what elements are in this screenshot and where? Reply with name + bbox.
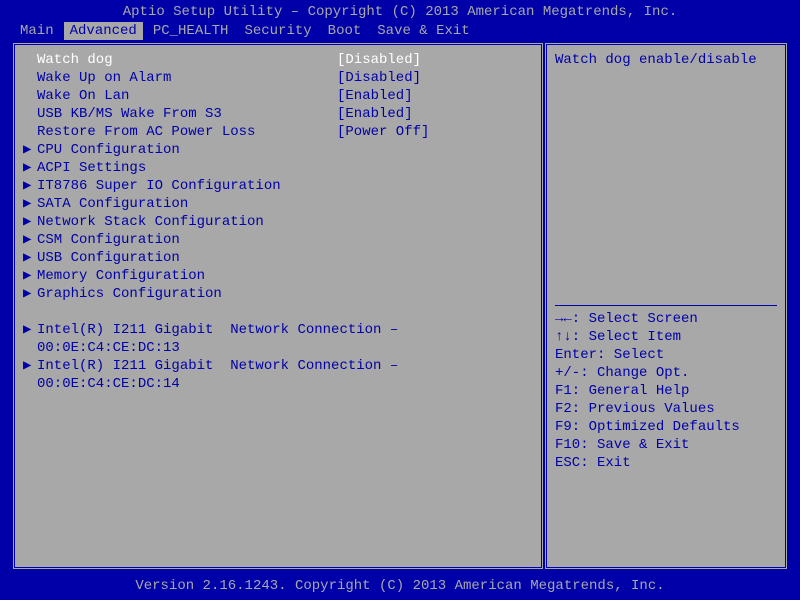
triangle-right-icon: ▶ [23, 231, 37, 249]
help-key-row: F10: Save & Exit [555, 436, 777, 454]
blank-icon [23, 339, 37, 357]
blank-icon [23, 51, 37, 69]
tab-main[interactable]: Main [14, 22, 60, 40]
tab-pc-health[interactable]: PC_HEALTH [147, 22, 235, 40]
help-key-row: ↑↓: Select Item [555, 328, 777, 346]
triangle-right-icon: ▶ [23, 195, 37, 213]
help-key-row: →←: Select Screen [555, 310, 777, 328]
submenu-label: SATA Configuration [37, 195, 337, 213]
blank-icon [23, 105, 37, 123]
triangle-right-icon: ▶ [23, 159, 37, 177]
help-keys: →←: Select Screen ↑↓: Select Item Enter:… [555, 310, 777, 472]
blank-row [23, 303, 533, 321]
setting-wake-on-alarm[interactable]: Wake Up on Alarm [Disabled] [23, 69, 533, 87]
settings-panel: Watch dog [Disabled] Wake Up on Alarm [D… [14, 44, 542, 568]
title-bar: Aptio Setup Utility – Copyright (C) 2013… [0, 0, 800, 22]
divider [555, 305, 777, 306]
nic-mac: 00:0E:C4:CE:DC:14 [37, 375, 337, 393]
tab-security[interactable]: Security [238, 22, 317, 40]
tab-save-exit[interactable]: Save & Exit [371, 22, 475, 40]
setting-label: Watch dog [37, 51, 337, 69]
help-text: Watch dog enable/disable [555, 51, 777, 301]
submenu-label: CSM Configuration [37, 231, 337, 249]
setting-label: USB KB/MS Wake From S3 [37, 105, 337, 123]
setting-value: [Disabled] [337, 69, 421, 87]
triangle-right-icon: ▶ [23, 249, 37, 267]
nic-mac-0: 00:0E:C4:CE:DC:13 [23, 339, 533, 357]
setting-value: [Power Off] [337, 123, 429, 141]
help-key-row: +/-: Change Opt. [555, 364, 777, 382]
triangle-right-icon: ▶ [23, 213, 37, 231]
submenu-label: USB Configuration [37, 249, 337, 267]
submenu-label: ACPI Settings [37, 159, 337, 177]
help-panel: Watch dog enable/disable →←: Select Scre… [546, 44, 786, 568]
help-key-row: F2: Previous Values [555, 400, 777, 418]
nic-label: Intel(R) I211 Gigabit Network Connection… [37, 357, 533, 375]
triangle-right-icon: ▶ [23, 267, 37, 285]
setting-restore-ac[interactable]: Restore From AC Power Loss [Power Off] [23, 123, 533, 141]
setting-usb-wake-s3[interactable]: USB KB/MS Wake From S3 [Enabled] [23, 105, 533, 123]
setting-watch-dog[interactable]: Watch dog [Disabled] [23, 51, 533, 69]
setting-value: [Enabled] [337, 105, 413, 123]
triangle-right-icon: ▶ [23, 321, 37, 339]
help-key-row: F9: Optimized Defaults [555, 418, 777, 436]
submenu-cpu[interactable]: ▶ CPU Configuration [23, 141, 533, 159]
setting-value: [Enabled] [337, 87, 413, 105]
submenu-usb[interactable]: ▶ USB Configuration [23, 249, 533, 267]
nic-mac: 00:0E:C4:CE:DC:13 [37, 339, 337, 357]
blank-icon [23, 123, 37, 141]
submenu-memory[interactable]: ▶ Memory Configuration [23, 267, 533, 285]
submenu-graphics[interactable]: ▶ Graphics Configuration [23, 285, 533, 303]
setting-value: [Disabled] [337, 51, 421, 69]
submenu-nic-1[interactable]: ▶ Intel(R) I211 Gigabit Network Connecti… [23, 357, 533, 375]
footer-bar: Version 2.16.1243. Copyright (C) 2013 Am… [0, 574, 800, 600]
blank-icon [23, 87, 37, 105]
triangle-right-icon: ▶ [23, 177, 37, 195]
submenu-csm[interactable]: ▶ CSM Configuration [23, 231, 533, 249]
submenu-sata[interactable]: ▶ SATA Configuration [23, 195, 533, 213]
setting-label: Wake On Lan [37, 87, 337, 105]
blank-icon [23, 375, 37, 393]
nic-label: Intel(R) I211 Gigabit Network Connection… [37, 321, 533, 339]
submenu-label: Network Stack Configuration [37, 213, 337, 231]
setting-label: Wake Up on Alarm [37, 69, 337, 87]
tab-bar: Main Advanced PC_HEALTH Security Boot Sa… [0, 22, 800, 44]
triangle-right-icon: ▶ [23, 285, 37, 303]
tab-advanced[interactable]: Advanced [64, 22, 143, 40]
triangle-right-icon: ▶ [23, 357, 37, 375]
tab-boot[interactable]: Boot [322, 22, 368, 40]
blank-icon [23, 69, 37, 87]
submenu-label: CPU Configuration [37, 141, 337, 159]
submenu-label: Graphics Configuration [37, 285, 337, 303]
setting-wake-on-lan[interactable]: Wake On Lan [Enabled] [23, 87, 533, 105]
submenu-label: Memory Configuration [37, 267, 337, 285]
nic-mac-1: 00:0E:C4:CE:DC:14 [23, 375, 533, 393]
bios-frame: Aptio Setup Utility – Copyright (C) 2013… [0, 0, 800, 600]
triangle-right-icon: ▶ [23, 141, 37, 159]
submenu-label: IT8786 Super IO Configuration [37, 177, 337, 195]
submenu-nic-0[interactable]: ▶ Intel(R) I211 Gigabit Network Connecti… [23, 321, 533, 339]
submenu-acpi[interactable]: ▶ ACPI Settings [23, 159, 533, 177]
setting-label: Restore From AC Power Loss [37, 123, 337, 141]
help-key-row: F1: General Help [555, 382, 777, 400]
help-key-row: ESC: Exit [555, 454, 777, 472]
body-area: Watch dog [Disabled] Wake Up on Alarm [D… [0, 44, 800, 574]
help-key-row: Enter: Select [555, 346, 777, 364]
submenu-network-stack[interactable]: ▶ Network Stack Configuration [23, 213, 533, 231]
submenu-superio[interactable]: ▶ IT8786 Super IO Configuration [23, 177, 533, 195]
